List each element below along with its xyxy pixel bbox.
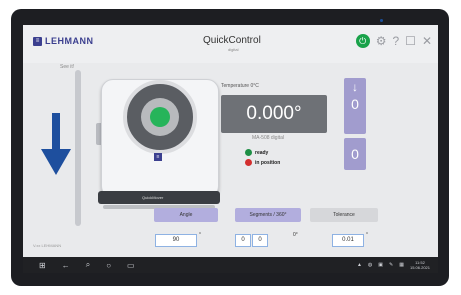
battery-icon[interactable]: ▣ (378, 262, 383, 268)
slider-rail[interactable] (75, 70, 81, 226)
taskbar-left: ⊞ ← ⌕ ○ ▭ (39, 257, 135, 273)
down-arrow-small-icon: ↓ (352, 80, 358, 94)
in-position-indicator-icon (245, 159, 252, 166)
in-position-label: in position (255, 159, 281, 166)
angle-input[interactable]: 90 (155, 234, 197, 247)
system-tray: ▲ ◍ ▣ ✎ ▦ 11:52 15.06.2021 (357, 257, 430, 273)
close-icon[interactable]: ✕ (422, 35, 432, 47)
segments-input-b[interactable]: 0 (252, 234, 268, 247)
angle-readout: 0.000° (221, 95, 327, 133)
clock-date: 15.06.2021 (409, 265, 430, 270)
help-icon[interactable]: ? (392, 35, 399, 47)
status-in-position: in position (245, 159, 280, 166)
back-icon[interactable]: ← (62, 261, 70, 270)
lehmann-logo: ≡ LEHMANN (33, 36, 94, 46)
camera-dot (380, 19, 383, 22)
device-logo-icon: ≡ (154, 153, 162, 161)
network-icon[interactable]: ◍ (368, 262, 372, 268)
segments-unit: 0° (293, 232, 298, 238)
app-title: QuickControl (203, 35, 261, 46)
model-label: MA-508 digital (252, 135, 284, 141)
taskbar-clock[interactable]: 11:52 15.06.2021 (410, 260, 430, 270)
app-window: ≡ LEHMANN QuickControl digital ⏻ ⚙ ? ☐ ✕… (23, 25, 438, 257)
cortana-icon[interactable]: ○ (106, 261, 111, 270)
logo-mark-icon: ≡ (33, 36, 42, 46)
device-base-label: QuickMover (142, 195, 164, 200)
app-subtitle: digital (228, 47, 239, 52)
tolerance-unit: ° (366, 232, 368, 238)
window-controls: ⏻ ⚙ ? ☐ ✕ (355, 34, 432, 48)
title-bar: ≡ LEHMANN QuickControl digital ⏻ ⚙ ? ☐ ✕ (23, 25, 438, 63)
status-ready: ready (245, 149, 268, 156)
device-rotor (123, 80, 197, 154)
ready-indicator-icon (245, 149, 252, 156)
down-arrow-icon (41, 113, 71, 175)
rotor-plate (141, 98, 179, 136)
ready-label: ready (255, 149, 269, 156)
segments-input-a[interactable]: 0 (235, 234, 251, 247)
logo-text: LEHMANN (45, 36, 94, 46)
segments-button[interactable]: Segments / 360° (235, 208, 301, 222)
version-label: V.xx LEHMANN (33, 243, 62, 248)
pen-icon[interactable]: ✎ (389, 262, 393, 268)
rotor-core (150, 107, 170, 127)
maximize-icon[interactable]: ☐ (405, 35, 416, 47)
position-number: 0 (351, 96, 359, 112)
keyboard-icon[interactable]: ▦ (399, 262, 404, 268)
gear-icon[interactable]: ⚙ (376, 35, 387, 47)
down-position-button[interactable]: ↓ 0 (344, 78, 366, 134)
zero-button[interactable]: 0 (344, 138, 366, 170)
angle-unit: ° (199, 232, 201, 238)
windows-taskbar: ⊞ ← ⌕ ○ ▭ ▲ ◍ ▣ ✎ ▦ 11:52 15.06.2021 (23, 257, 438, 273)
start-icon[interactable]: ⊞ (39, 261, 46, 270)
power-icon[interactable]: ⏻ (355, 34, 370, 48)
angle-button[interactable]: Angle (154, 208, 218, 222)
temperature-label: Temperature 0°C (221, 83, 259, 89)
task-view-icon[interactable]: ▭ (127, 261, 135, 270)
see-it-label: See it! (60, 64, 75, 70)
search-icon[interactable]: ⌕ (86, 260, 90, 270)
tolerance-input[interactable]: 0.01 (332, 234, 364, 247)
tray-expand-icon[interactable]: ▲ (357, 262, 362, 268)
tolerance-button[interactable]: Tolerance (310, 208, 378, 222)
